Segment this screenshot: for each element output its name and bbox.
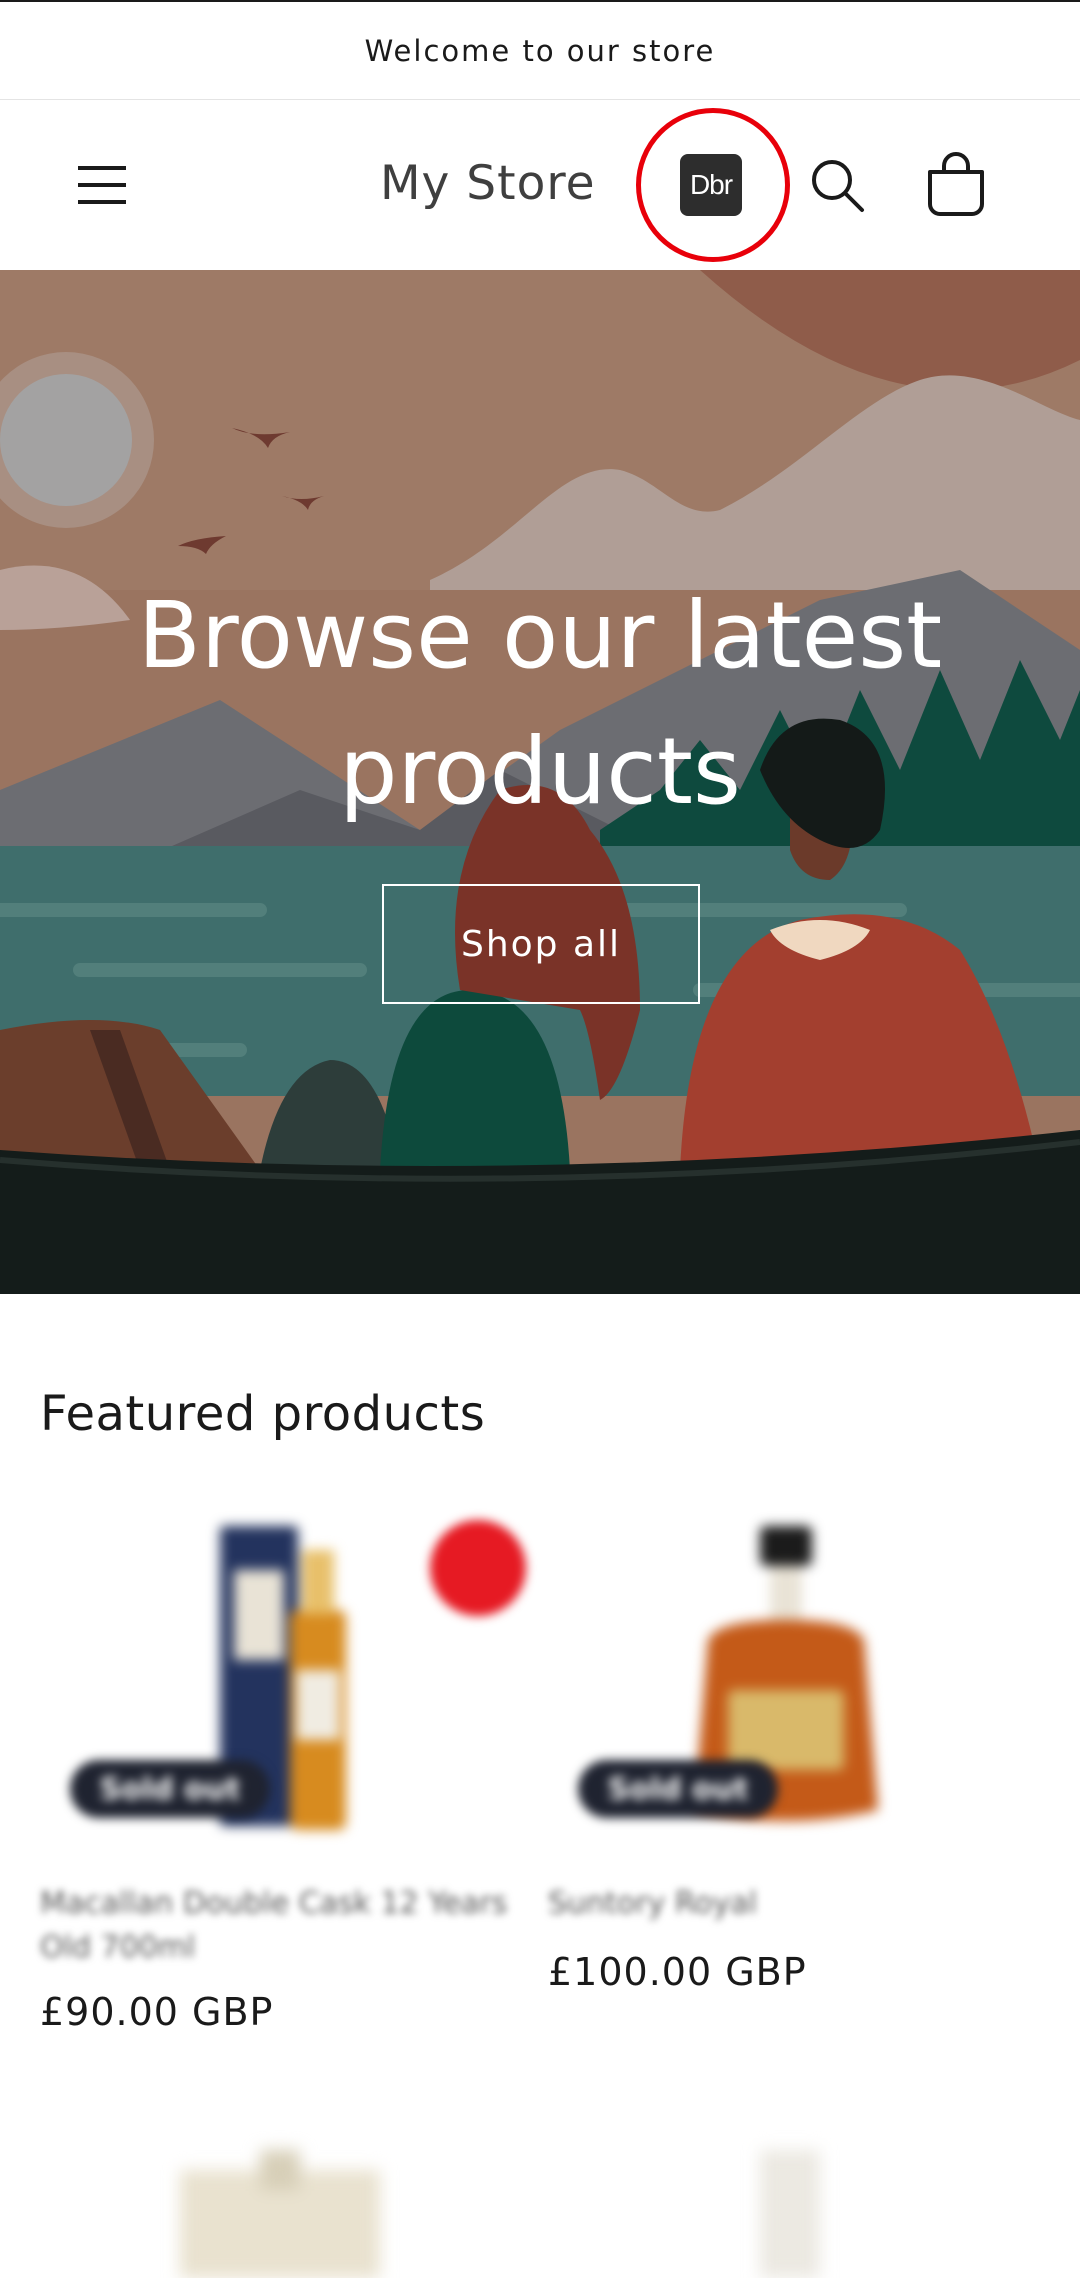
shop-all-label: Shop all [460, 923, 622, 965]
announcement-bar: Welcome to our store [0, 0, 1080, 100]
hero-title: Browse our latest products [137, 582, 943, 825]
hamburger-menu-icon[interactable] [68, 150, 142, 220]
sold-out-badge: Sold out [70, 1760, 270, 1818]
hero-banner: Browse our latest products Shop all [0, 270, 1080, 1294]
dbr-app-icon: Dbr [680, 154, 742, 216]
dbr-app-button[interactable]: Dbr [636, 108, 790, 262]
product-name[interactable]: Macallan Double Cask 12 Years Old 700ml [40, 1882, 510, 1970]
search-icon[interactable] [808, 156, 868, 216]
announcement-text: Welcome to our store [364, 33, 716, 68]
store-name-logo[interactable]: My Store [380, 156, 596, 211]
cart-icon[interactable] [924, 152, 988, 218]
product-name[interactable]: Suntory Royal [548, 1882, 1018, 1926]
sale-badge [430, 1520, 526, 1616]
product-price: £100.00 GBP [548, 1950, 807, 1994]
sold-out-badge: Sold out [578, 1760, 778, 1818]
product-card[interactable]: Sold out Suntory Royal £100.00 GBP [548, 1520, 1028, 2000]
site-header: My Store Dbr [0, 100, 1080, 270]
more-products-preview [180, 2150, 820, 2278]
dbr-icon-label: Dbr [689, 169, 733, 200]
featured-products-heading: Featured products [40, 1386, 486, 1442]
product-price: £90.00 GBP [40, 1990, 274, 2034]
shop-all-button[interactable]: Shop all [382, 884, 700, 1004]
